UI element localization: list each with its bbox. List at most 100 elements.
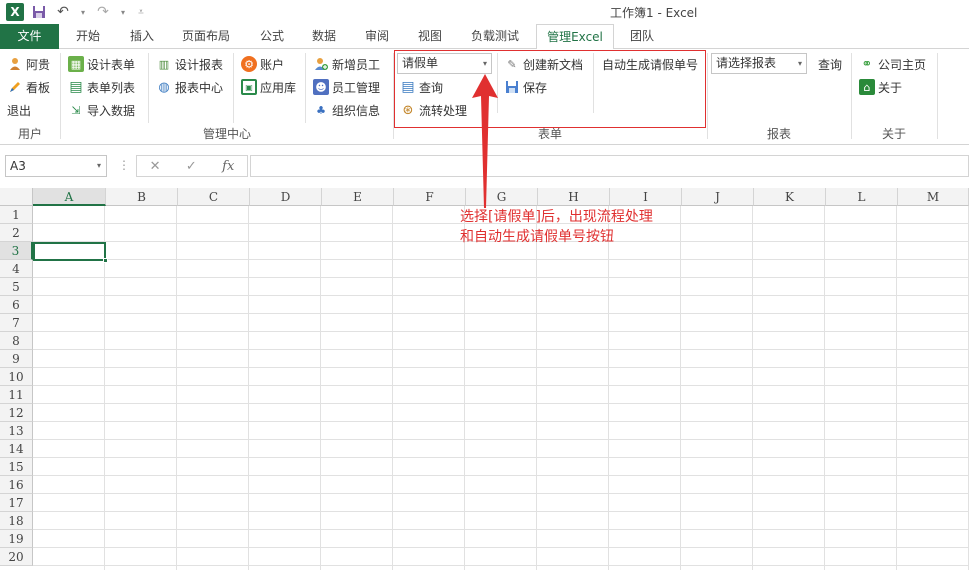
column-header-b[interactable]: B — [106, 188, 178, 206]
dashboard-button[interactable]: 看板 — [7, 77, 50, 97]
report-query-button[interactable]: 查询 — [818, 54, 842, 74]
row-header[interactable]: 13 — [0, 422, 33, 440]
tab-review[interactable]: 审阅 — [355, 24, 399, 49]
user-name-label: 阿贵 — [26, 57, 51, 72]
save-icon[interactable] — [30, 3, 48, 21]
window-title: 工作簿1 - Excel — [610, 6, 698, 20]
annotation-arrow — [472, 74, 498, 208]
redo-icon[interactable]: ↷ — [94, 3, 112, 21]
undo-icon[interactable]: ↶ — [54, 3, 72, 21]
insert-function-icon[interactable]: fx — [222, 159, 234, 174]
design-report-button[interactable]: ▥ 设计报表 — [156, 54, 223, 74]
row-header[interactable]: 2 — [0, 224, 33, 242]
globe-icon: ◍ — [158, 79, 170, 95]
enter-icon[interactable]: ✓ — [186, 159, 197, 174]
app-library-button[interactable]: ▣ 应用库 — [241, 77, 296, 97]
account-label: 账户 — [260, 57, 285, 72]
row-header[interactable]: 15 — [0, 458, 33, 476]
column-header-m[interactable]: M — [898, 188, 969, 206]
add-employee-button[interactable]: 新增员工 — [313, 54, 380, 74]
tab-insert[interactable]: 插入 — [120, 24, 164, 49]
tab-file[interactable]: 文件 — [0, 24, 59, 49]
row-header[interactable]: 14 — [0, 440, 33, 458]
annotation-line-1: 选择[请假单]后，出现流程处理 — [460, 209, 653, 225]
app-library-icon: ▣ — [241, 79, 257, 95]
column-header-a[interactable]: A — [33, 188, 106, 206]
active-cell[interactable] — [33, 242, 108, 263]
row-header[interactable]: 11 — [0, 386, 33, 404]
tab-formulas[interactable]: 公式 — [250, 24, 294, 49]
about-button[interactable]: ⌂ 关于 — [859, 77, 902, 97]
employee-management-label: 员工管理 — [332, 80, 381, 95]
group-label-report: 报表 — [766, 127, 791, 141]
employee-management-button[interactable]: ☻ 员工管理 — [313, 77, 380, 97]
row-header[interactable]: 10 — [0, 368, 33, 386]
group-label-user: 用户 — [17, 127, 42, 141]
redo-dropdown-icon[interactable]: ▾ — [118, 3, 128, 21]
tab-home[interactable]: 开始 — [66, 24, 110, 49]
tab-data[interactable]: 数据 — [302, 24, 346, 49]
column-header-i[interactable]: I — [610, 188, 682, 206]
tab-view[interactable]: 视图 — [408, 24, 452, 49]
cancel-icon[interactable]: ✕ — [150, 159, 161, 174]
row-header[interactable]: 4 — [0, 260, 33, 278]
undo-dropdown-icon[interactable]: ▾ — [78, 3, 88, 21]
tab-team[interactable]: 团队 — [620, 24, 664, 49]
logout-button[interactable]: 退出 — [7, 100, 31, 120]
pencil-icon — [7, 79, 23, 95]
customize-qat-icon[interactable]: ⩡ — [134, 3, 148, 21]
row-header[interactable]: 6 — [0, 296, 33, 314]
tab-page-layout[interactable]: 页面布局 — [172, 24, 240, 49]
row-header[interactable]: 17 — [0, 494, 33, 512]
fill-handle[interactable] — [103, 258, 108, 263]
account-icon: ⚙ — [241, 56, 257, 72]
group-label-form: 表单 — [537, 127, 562, 141]
user-button[interactable]: 阿贵 — [7, 54, 50, 74]
row-header[interactable]: 5 — [0, 278, 33, 296]
row-header[interactable]: 19 — [0, 530, 33, 548]
name-box[interactable]: A3 ▾ — [5, 155, 107, 177]
group-separator — [937, 53, 938, 139]
title-bar: X ↶ ▾ ↷ ▾ ⩡ 工作簿1 - Excel — [0, 0, 969, 24]
report-select[interactable]: 请选择报表 ▾ — [711, 53, 807, 74]
column-header-d[interactable]: D — [250, 188, 322, 206]
row-header[interactable]: 7 — [0, 314, 33, 332]
account-button[interactable]: ⚙ 账户 — [241, 54, 284, 74]
column-header-e[interactable]: E — [322, 188, 394, 206]
tab-manage-excel[interactable]: 管理Excel — [536, 24, 614, 50]
row-header[interactable]: 12 — [0, 404, 33, 422]
home-icon: ⌂ — [859, 79, 875, 95]
company-homepage-button[interactable]: ⚭ 公司主页 — [859, 54, 926, 74]
select-all-button[interactable] — [0, 188, 33, 206]
formula-input[interactable] — [250, 155, 969, 177]
column-header-c[interactable]: C — [178, 188, 250, 206]
row-header[interactable]: 16 — [0, 476, 33, 494]
org-info-button[interactable]: ♣ 组织信息 — [313, 100, 380, 120]
row-header[interactable]: 1 — [0, 206, 33, 224]
design-form-button[interactable]: ▦ 设计表单 — [68, 54, 135, 74]
cell-area[interactable] — [33, 206, 969, 570]
group-label-about: 关于 — [881, 127, 906, 141]
column-header-j[interactable]: J — [682, 188, 754, 206]
report-center-button[interactable]: ◍ 报表中心 — [156, 77, 223, 97]
row-header[interactable]: 20 — [0, 548, 33, 566]
import-icon: ⇲ — [71, 103, 81, 117]
import-data-button[interactable]: ⇲ 导入数据 — [68, 100, 135, 120]
tab-load-test[interactable]: 负载测试 — [460, 24, 530, 49]
column-header-l[interactable]: L — [826, 188, 898, 206]
row-header[interactable]: 9 — [0, 350, 33, 368]
column-header-k[interactable]: K — [754, 188, 826, 206]
column-header-h[interactable]: H — [538, 188, 610, 206]
form-design-icon: ▦ — [68, 56, 84, 72]
row-header[interactable]: 3 — [0, 242, 33, 260]
column-header-f[interactable]: F — [394, 188, 466, 206]
row-header[interactable]: 8 — [0, 332, 33, 350]
highlight-box — [394, 50, 706, 128]
company-homepage-label: 公司主页 — [878, 57, 927, 72]
row-header[interactable]: 18 — [0, 512, 33, 530]
formula-bar-resize-handle[interactable]: ⋮ — [118, 158, 130, 172]
form-list-button[interactable]: ▤ 表单列表 — [68, 77, 135, 97]
annotation-note: 选择[请假单]后，出现流程处理 和自动生成请假单号按钮 — [460, 207, 653, 247]
formula-buttons: ✕ ✓ fx — [136, 155, 248, 177]
design-form-label: 设计表单 — [87, 57, 136, 72]
